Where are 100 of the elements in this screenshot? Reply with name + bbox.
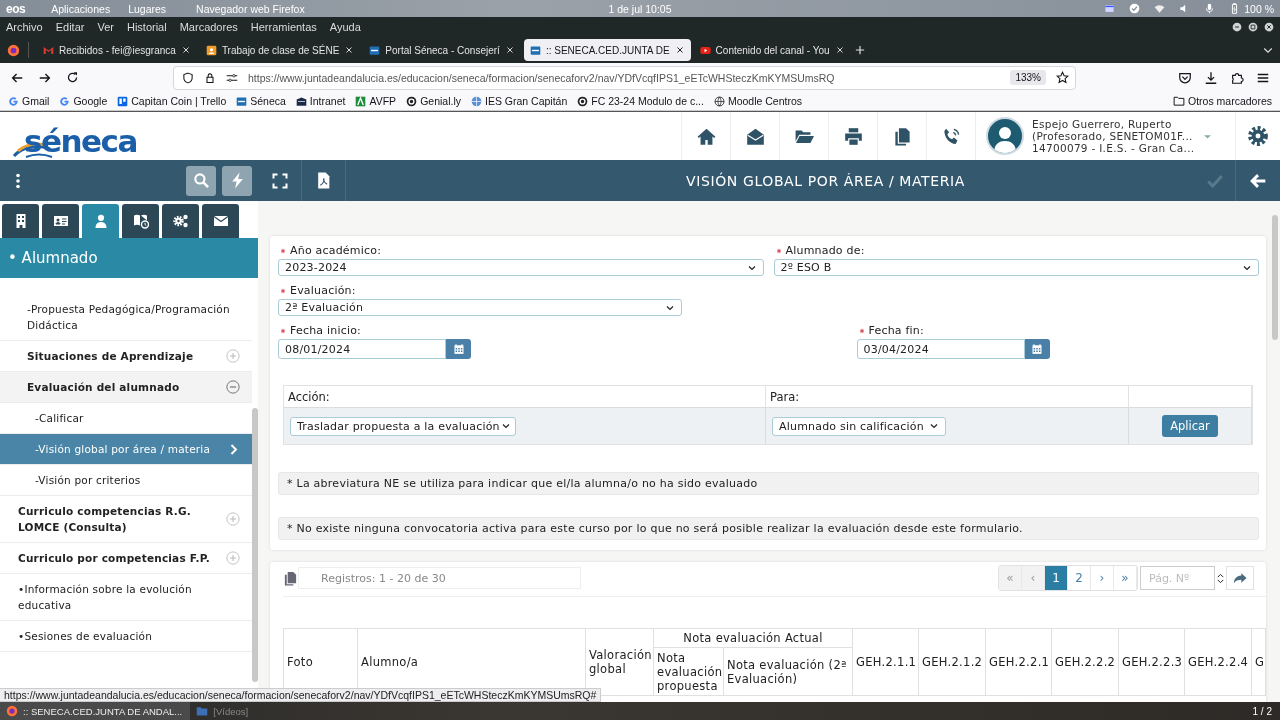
user-info: 14700079 - I.E.S. - Gran Ca... — [1032, 142, 1195, 154]
app-logo[interactable]: séneca — [12, 116, 137, 160]
menu-item[interactable]: Archivo — [6, 21, 43, 33]
browser-icon[interactable] — [7, 43, 20, 57]
sidebar-tab[interactable] — [202, 204, 239, 238]
calendar-button[interactable] — [446, 339, 471, 359]
dropdown[interactable]: Trasladar propuesta a la evaluación — [290, 416, 516, 436]
globe-icon — [713, 95, 725, 107]
bookmark-link[interactable]: Moodle Centros — [713, 95, 803, 107]
dropdown[interactable]: 2ª Evaluación — [278, 299, 682, 316]
menu-item[interactable]: Ayuda — [329, 21, 361, 33]
close-icon[interactable] — [674, 45, 685, 55]
sidebar-tab[interactable] — [162, 204, 199, 238]
check-circle-icon[interactable] — [1129, 3, 1141, 14]
new-tab-icon[interactable] — [853, 44, 866, 56]
sidebar-tab[interactable] — [2, 204, 39, 238]
quick-access-button[interactable] — [222, 165, 252, 196]
address-field[interactable]: https://www.juntadeandalucia.es/educacion/seneca/formacion/senecaforv2/nav/YDfVcqfIPS1_eETcWHSteczKmKYMSUmsRQ 133% — [173, 65, 1076, 90]
workspace-indicator[interactable]: 1 / 2 — [1252, 702, 1280, 720]
taskbar-window[interactable]: [Vídeos] — [190, 702, 257, 720]
sliders-icon — [226, 71, 238, 84]
menu-item[interactable]: -Visión global por área / materia — [0, 434, 252, 465]
close-icon[interactable] — [504, 45, 515, 55]
bookmark-link[interactable]: Intranet — [295, 95, 346, 107]
calendar-button[interactable] — [1024, 339, 1050, 359]
dropdown[interactable]: 2023-2024 — [278, 259, 764, 276]
sidebar-tab[interactable] — [122, 204, 159, 238]
date-field[interactable]: 08/01/2024 — [278, 339, 446, 359]
calendar-icon — [452, 343, 465, 355]
bookmark-link[interactable]: Capitan Coin | Trello — [117, 95, 227, 107]
bookmark-link[interactable]: Google — [59, 95, 108, 107]
menu-item[interactable]: Editar — [55, 21, 85, 33]
g-logo-icon — [59, 95, 71, 107]
download-icon[interactable] — [1204, 70, 1218, 85]
wifi-icon[interactable] — [1154, 3, 1166, 14]
close-icon[interactable] — [1264, 22, 1274, 32]
close-icon[interactable] — [834, 45, 845, 55]
field-label: Fecha fin: — [868, 324, 924, 337]
globe-icon — [471, 95, 482, 107]
info-note: * La abreviatura NE se utiliza para indicar que el/la alumna/o no ha sido evaluado — [278, 472, 1259, 495]
bookmark-link[interactable]: AVFP — [355, 95, 397, 107]
browser-tab[interactable]: :: SENECA.CED.JUNTA DE — [523, 39, 691, 61]
menu-item[interactable]: Evaluación del alumnado — [0, 372, 252, 403]
page-title: VISIÓN GLOBAL POR ÁREA / MATERIA — [686, 172, 965, 189]
microphone-icon[interactable] — [1204, 3, 1216, 14]
board-icon — [205, 44, 217, 56]
browser-tab[interactable]: Contenido del canal - You — [693, 39, 851, 61]
column-header: GEH.2.2.4 — [1184, 628, 1252, 696]
bookmark-link[interactable]: Séneca — [236, 95, 286, 107]
avatar[interactable] — [986, 117, 1024, 155]
bookmark-link[interactable]: IES Gran Capitán — [471, 95, 568, 107]
page-button[interactable]: » — [1114, 566, 1137, 590]
pocket-icon[interactable] — [1178, 70, 1192, 85]
bookmark-link[interactable]: Gmail — [8, 95, 50, 107]
sidebar-tab[interactable] — [42, 204, 79, 238]
browser-tab[interactable]: Trabajo de clase de SÉNE — [199, 39, 361, 61]
menu-item[interactable]: -Propuesta Pedagógica/Programación Didáctica — [0, 294, 252, 341]
puzzle-icon[interactable] — [1230, 70, 1244, 85]
g-logo-icon — [8, 95, 19, 107]
zoom-badge[interactable]: 133% — [1010, 70, 1046, 85]
page-button[interactable]: › — [1091, 566, 1114, 590]
browser-tab[interactable]: Portal Séneca - Consejerí — [363, 39, 521, 61]
app-icon — [236, 95, 248, 107]
records-count: Registros: 1 - 20 de 30 — [321, 571, 446, 585]
bookmark-folder[interactable]: Otros marcadores — [1172, 95, 1272, 107]
page-button[interactable]: 1 — [1045, 566, 1068, 590]
menu-item[interactable]: Herramientas — [250, 21, 317, 33]
window-icon[interactable] — [1104, 3, 1116, 14]
reload-icon[interactable] — [66, 71, 79, 84]
close-icon[interactable] — [344, 45, 355, 55]
dropdown[interactable]: Alumnado sin calificación — [772, 416, 946, 436]
gears-icon — [172, 213, 189, 229]
copy-icon[interactable] — [283, 570, 298, 586]
column-header: GEH.2.1.2 — [918, 628, 986, 696]
dropdown[interactable]: 2º ESO B — [773, 259, 1259, 276]
lock-icon — [204, 71, 216, 84]
copy-icon — [892, 126, 912, 146]
bookmark-link[interactable]: Genial.ly — [406, 95, 461, 107]
info-note: * No existe ninguna convocatoria activa para este curso por lo que no será posible realizar la evaluación desde este formulario. — [278, 517, 1259, 540]
page-number-field[interactable]: Pág. Nº — [1140, 566, 1215, 590]
minus-icon[interactable] — [226, 380, 240, 394]
browser-tab[interactable]: Recibidos - fei@iesgranca — [37, 39, 197, 61]
page-button[interactable]: 2 — [1068, 566, 1091, 590]
apply-button[interactable]: Aplicar — [1162, 415, 1218, 437]
menu-item[interactable]: Historial — [126, 21, 167, 33]
taskbar-window[interactable]: :: SENECA.CED.JUNTA DE ANDAL... — [0, 702, 191, 720]
date-field[interactable]: 03/04/2024 — [856, 339, 1025, 359]
minimize-icon[interactable] — [1232, 22, 1242, 32]
star-icon[interactable] — [1056, 71, 1069, 84]
close-icon[interactable] — [180, 45, 191, 55]
search-button[interactable] — [186, 165, 216, 196]
menu-item[interactable]: Marcadores — [179, 21, 238, 33]
menu-item[interactable]: Curriculo por competencias F.P. — [0, 543, 252, 574]
circle-icon — [577, 95, 589, 107]
board-icon — [117, 95, 129, 107]
menu-item[interactable]: Ver — [97, 21, 114, 33]
bookmark-link[interactable]: FC 23-24 Modulo de c... — [577, 95, 704, 107]
go-button[interactable] — [1226, 566, 1254, 590]
field-label: Evaluación: — [290, 284, 356, 297]
maximize-icon[interactable] — [1248, 22, 1258, 32]
